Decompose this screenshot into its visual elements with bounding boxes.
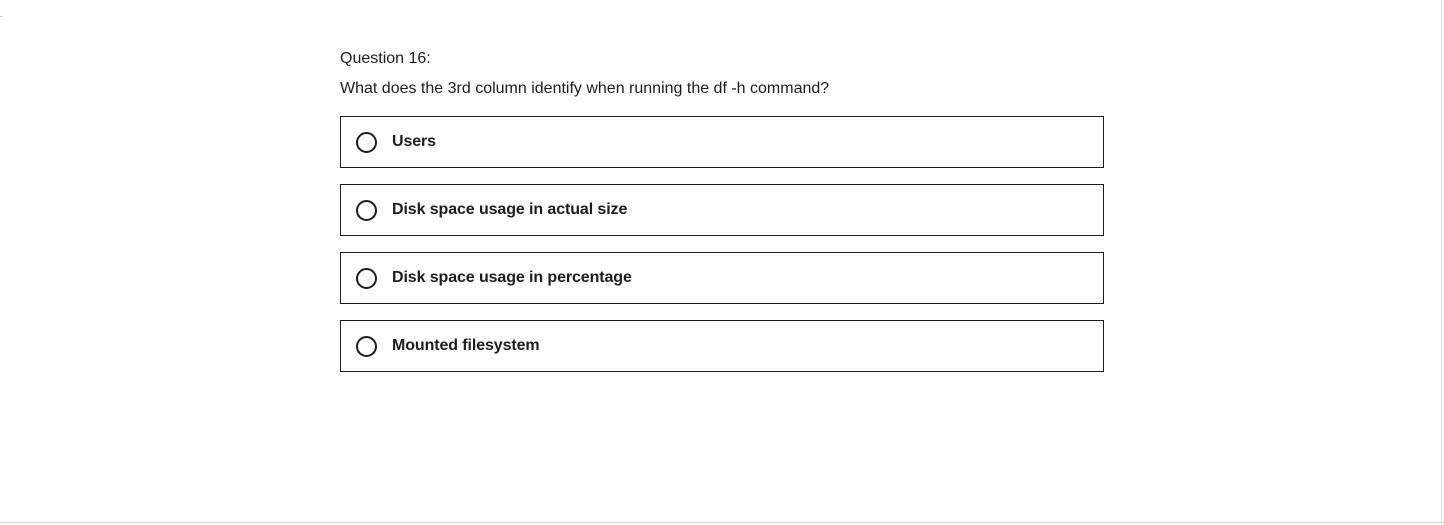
radio-button-icon[interactable] [356, 335, 377, 357]
edge-mark [0, 16, 3, 17]
answer-label: Disk space usage in percentage [392, 269, 632, 286]
radio-button-icon[interactable] [356, 199, 377, 221]
answer-option-mounted-filesystem[interactable]: Mounted filesystem [340, 320, 1104, 372]
answer-list: Users Disk space usage in actual size Di… [340, 116, 1104, 372]
question-number: Question 16: [340, 50, 431, 67]
answer-option-disk-usage-percentage[interactable]: Disk space usage in percentage [340, 252, 1104, 304]
radio-button-icon[interactable] [356, 267, 377, 289]
question-prompt: What does the 3rd column identify when r… [340, 80, 830, 97]
answer-label: Disk space usage in actual size [392, 201, 628, 218]
quiz-question-panel: Question 16: What does the 3rd column id… [340, 48, 1104, 388]
answer-option-users[interactable]: Users [340, 116, 1104, 168]
answer-label: Mounted filesystem [392, 337, 540, 354]
answer-label: Users [392, 133, 436, 150]
answer-option-disk-usage-actual[interactable]: Disk space usage in actual size [340, 184, 1104, 236]
radio-button-icon[interactable] [356, 131, 377, 153]
